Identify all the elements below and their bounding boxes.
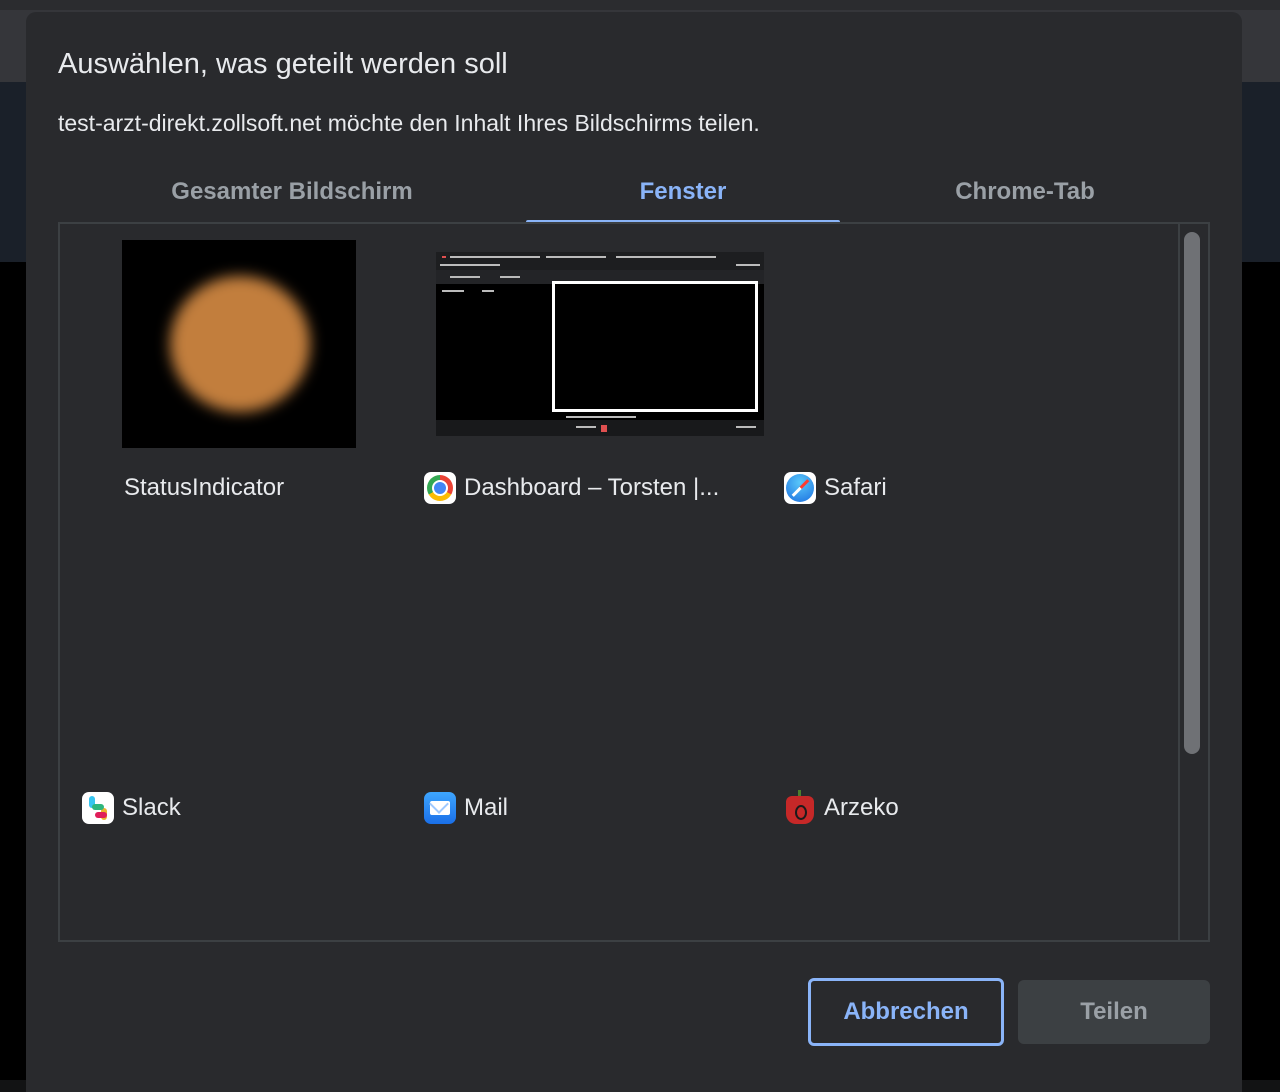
thumb-detail xyxy=(546,256,606,258)
thumb-detail xyxy=(500,276,520,278)
background-window-edge xyxy=(0,0,1280,10)
source-label-text: Arzeko xyxy=(824,794,899,821)
thumb-detail xyxy=(450,276,480,278)
screen-share-dialog: Auswählen, was geteilt werden soll test-… xyxy=(26,12,1242,1092)
source-label-text: Mail xyxy=(464,794,509,821)
thumb-detail xyxy=(616,256,716,258)
thumb-detail xyxy=(442,256,446,258)
arzeko-icon xyxy=(784,790,816,824)
source-slack[interactable]: Slack xyxy=(60,544,408,844)
source-label: Arzeko xyxy=(784,790,899,826)
tab-chrome-tab[interactable]: Chrome-Tab xyxy=(842,172,1208,224)
tab-label: Fenster xyxy=(639,178,727,205)
thumb-record-indicator xyxy=(601,425,607,432)
safari-icon xyxy=(784,472,816,504)
status-orb xyxy=(170,276,310,412)
source-label-text: Safari xyxy=(824,474,887,501)
thumb-detail xyxy=(736,264,760,266)
source-list[interactable]: StatusIndicator Dashboard – Torsten |...… xyxy=(58,222,1210,942)
source-label: StatusIndicator xyxy=(124,470,284,506)
tab-label: Gesamter Bildschirm xyxy=(171,178,413,205)
window-thumbnail xyxy=(436,252,764,436)
mail-icon xyxy=(424,792,456,824)
source-dashboard[interactable]: Dashboard – Torsten |... xyxy=(420,224,768,524)
thumb-detail xyxy=(576,426,596,428)
thumb-video-frame xyxy=(552,281,758,412)
thumb-detail xyxy=(482,290,494,292)
cancel-button[interactable]: Abbrechen xyxy=(808,978,1004,1046)
dialog-subtitle: test-arzt-direkt.zollsoft.net möchte den… xyxy=(58,110,760,136)
source-label-text: Dashboard – Torsten |... xyxy=(464,474,720,501)
source-arzeko[interactable]: Arzeko xyxy=(780,544,1128,844)
slack-icon xyxy=(82,792,114,824)
tab-entire-screen[interactable]: Gesamter Bildschirm xyxy=(60,172,524,224)
thumb-detail xyxy=(442,290,464,292)
thumb-detail xyxy=(440,264,500,266)
thumb-detail xyxy=(450,256,540,258)
thumb-detail xyxy=(736,426,756,428)
thumb-detail xyxy=(566,416,636,418)
tab-window[interactable]: Fenster xyxy=(526,172,840,224)
scrollbar-thumb[interactable] xyxy=(1184,232,1200,754)
chrome-icon xyxy=(424,472,456,504)
window-thumbnail xyxy=(122,240,356,448)
thumb-bottombar xyxy=(436,420,764,436)
source-safari[interactable]: Safari xyxy=(780,224,1128,524)
source-label-text: Slack xyxy=(122,794,181,821)
source-label: Mail xyxy=(424,790,508,826)
source-mail[interactable]: Mail xyxy=(420,544,768,844)
share-button[interactable]: Teilen xyxy=(1018,980,1210,1044)
source-label-text: StatusIndicator xyxy=(124,474,285,501)
dialog-title: Auswählen, was geteilt werden soll xyxy=(58,48,508,80)
scrollbar-track[interactable] xyxy=(1178,224,1208,940)
tab-label: Chrome-Tab xyxy=(955,178,1095,205)
source-statusindicator[interactable]: StatusIndicator xyxy=(60,224,408,524)
source-label: Dashboard – Torsten |... xyxy=(424,470,719,506)
thumb-tabbar xyxy=(436,252,764,270)
source-label: Slack xyxy=(82,790,181,826)
source-label: Safari xyxy=(784,470,887,506)
